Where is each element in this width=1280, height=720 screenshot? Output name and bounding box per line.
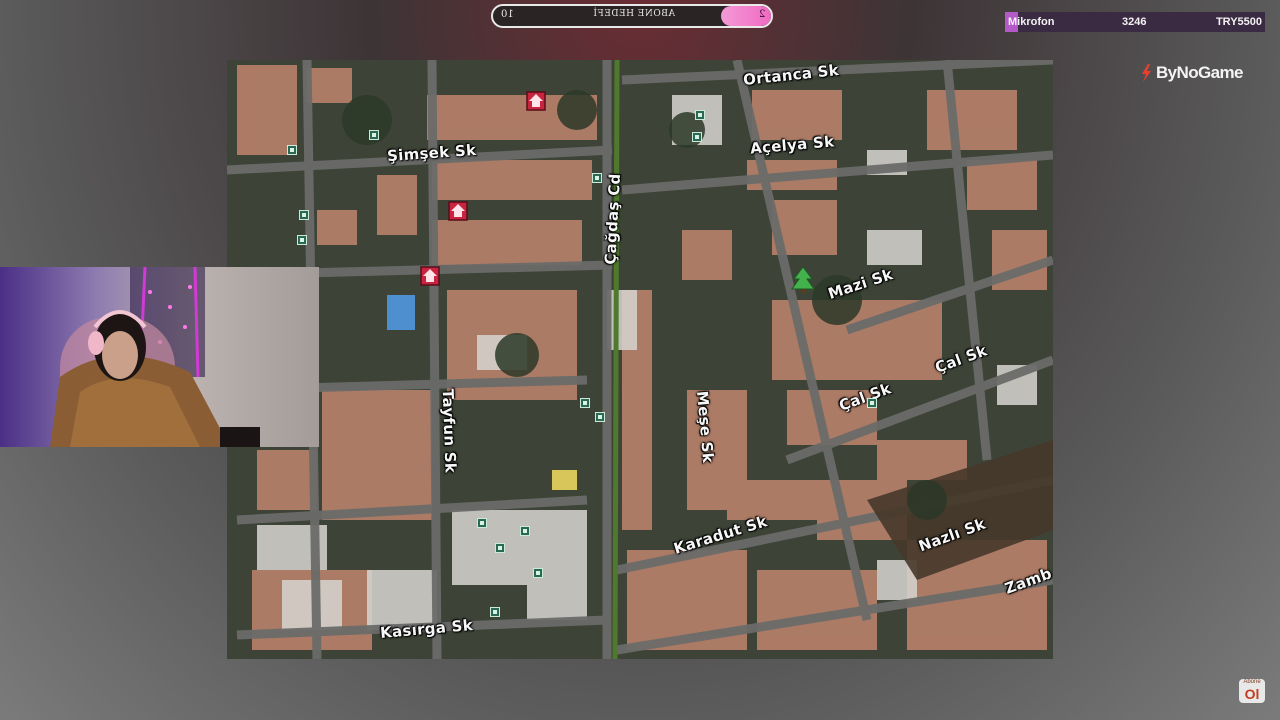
subscribe-badge[interactable]: Abone Ol	[1239, 679, 1265, 703]
brand-name: ByNoGame	[1156, 63, 1243, 82]
mic-goal-bar: Mikrofon 3246 TRY5500	[1005, 12, 1265, 32]
poi-square-icon[interactable]	[297, 235, 307, 245]
subscriber-goal-bar: 10 ABONE HEDEFİ 2	[491, 4, 773, 28]
poi-square-icon[interactable]	[477, 518, 487, 528]
poi-square-icon[interactable]	[580, 398, 590, 408]
bynogame-logo-icon	[1142, 64, 1151, 82]
poi-square-icon[interactable]	[692, 132, 702, 142]
subscribe-badge-top: Abone	[1243, 679, 1261, 685]
mic-goal-label: Mikrofon	[1008, 16, 1055, 28]
street-label-tayfun: Tayfun Sk	[438, 388, 460, 474]
webcam-image	[0, 267, 319, 447]
webcam-feed	[0, 267, 319, 447]
home-marker-icon[interactable]	[447, 200, 469, 222]
poi-square-icon[interactable]	[287, 145, 297, 155]
poi-square-icon[interactable]	[495, 543, 505, 553]
satellite-map[interactable]: Ortanca Sk Şimşek Sk Açelya Sk Çağdaş Cd…	[227, 60, 1053, 659]
poi-square-icon[interactable]	[595, 412, 605, 422]
mic-goal-target: TRY5500	[1215, 16, 1262, 28]
goal-label: ABONE HEDEFİ	[593, 9, 675, 19]
poi-square-icon[interactable]	[299, 210, 309, 220]
poi-square-icon[interactable]	[592, 173, 602, 183]
poi-square-icon[interactable]	[533, 568, 543, 578]
poi-square-icon[interactable]	[695, 110, 705, 120]
home-marker-icon[interactable]	[525, 90, 547, 112]
poi-square-icon[interactable]	[867, 398, 877, 408]
mic-goal-count: 3246	[1122, 16, 1147, 28]
goal-left-value: 10	[501, 9, 514, 20]
poi-square-icon[interactable]	[369, 130, 379, 140]
poi-square-icon[interactable]	[490, 607, 500, 617]
subscribe-badge-bottom: Ol	[1244, 686, 1260, 702]
home-marker-icon[interactable]	[419, 265, 441, 287]
map-imagery	[227, 60, 1053, 659]
goal-right-value: 2	[758, 9, 765, 20]
tree-icon[interactable]	[790, 265, 816, 293]
poi-square-icon[interactable]	[520, 526, 530, 536]
brand-logo: ByNoGame	[1140, 63, 1243, 83]
